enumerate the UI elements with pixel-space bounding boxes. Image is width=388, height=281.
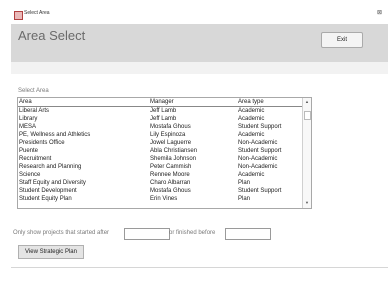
footer-divider (11, 267, 388, 268)
area-type-cell: Academic (238, 132, 265, 138)
list-item[interactable]: Student Equity Plan Erin Vines Plan (18, 195, 302, 203)
list-item[interactable]: MESA Mostafa Ghous Student Support (18, 123, 302, 131)
header-stripe (11, 62, 388, 74)
area-cell: Recruitment (19, 156, 52, 162)
list-item[interactable]: Liberal Arts Jeff Lamb Academic (18, 107, 302, 115)
area-cell: Liberal Arts (19, 108, 50, 114)
manager-cell: Erin Vines (150, 196, 178, 202)
area-cell: Research and Planning (19, 164, 82, 170)
area-cell: PE, Wellness and Athletics (19, 132, 91, 138)
app-icon (14, 11, 23, 20)
area-type-cell: Non-Academic (238, 164, 278, 170)
exit-button[interactable]: Exit (321, 32, 363, 48)
manager-cell: Jeff Lamb (150, 116, 177, 122)
area-type-cell: Academic (238, 108, 265, 114)
area-type-cell: Non-Academic (238, 140, 278, 146)
close-icon[interactable]: ⊠ (377, 9, 382, 16)
area-cell: Staff Equity and Diversity (19, 180, 86, 186)
area-type-cell: Student Support (238, 148, 282, 154)
view-strategic-plan-button[interactable]: View Strategic Plan (18, 245, 84, 259)
area-cell: Presidents Office (19, 140, 65, 146)
finished-before-label: or finished before (169, 230, 216, 236)
area-cell: Student Development (19, 188, 77, 194)
manager-cell: Lily Espinoza (150, 132, 186, 138)
manager-cell: Jeff Lamb (150, 108, 177, 114)
scroll-down-icon[interactable]: ▼ (304, 200, 310, 206)
area-type-cell: Plan (238, 180, 251, 186)
manager-cell: Rennee Moore (150, 172, 190, 178)
list-item[interactable]: Staff Equity and Diversity Charo Albarran… (18, 179, 302, 187)
list-item[interactable]: Library Jeff Lamb Academic (18, 115, 302, 123)
area-type-cell: Student Support (238, 124, 282, 130)
list-item[interactable]: Puente Abla Christiansen Student Support (18, 147, 302, 155)
area-type-cell: Non-Academic (238, 156, 278, 162)
manager-cell: Jowel Laguerre (150, 140, 192, 146)
list-item[interactable]: Presidents Office Jowel Laguerre Non-Acade… (18, 139, 302, 147)
section-label: Select Area (18, 88, 49, 94)
list-item[interactable]: PE, Wellness and Athletics Lily Espinoza A… (18, 131, 302, 139)
list-scrollbar[interactable]: ▲ ▼ (302, 98, 311, 208)
start-date-input[interactable] (124, 228, 170, 240)
area-type-cell: Academic (238, 172, 265, 178)
manager-cell: Mostafa Ghous (150, 188, 191, 194)
area-cell: MESA (19, 124, 37, 130)
area-list[interactable]: Area Manager Area type Liberal Arts Jeff … (17, 97, 312, 209)
header-bar: Area Select Exit (11, 24, 388, 62)
area-type-cell: Academic (238, 116, 265, 122)
title-bar: Select Area ⊠ (0, 0, 388, 26)
window-title: Select Area (24, 10, 50, 16)
started-after-label: Only show projects that started after (13, 230, 110, 236)
area-cell: Student Equity Plan (19, 196, 72, 202)
area-type-cell: Student Support (238, 188, 282, 194)
list-item[interactable]: Student Development Mostafa Ghous Student … (18, 187, 302, 195)
column-header-manager: Manager (150, 99, 174, 105)
scroll-thumb[interactable] (304, 111, 311, 120)
list-item[interactable]: Recruitment Shemila Johnson Non-Academic (18, 155, 302, 163)
area-cell: Science (19, 172, 41, 178)
list-item[interactable]: Science Rennee Moore Academic (18, 171, 302, 179)
manager-cell: Mostafa Ghous (150, 124, 191, 130)
area-type-cell: Plan (238, 196, 251, 202)
manager-cell: Shemila Johnson (150, 156, 197, 162)
list-header: Area Manager Area type (18, 98, 302, 107)
manager-cell: Charo Albarran (150, 180, 191, 186)
manager-cell: Peter Cammish (150, 164, 192, 170)
manager-cell: Abla Christiansen (150, 148, 198, 154)
list-item[interactable]: Research and Planning Peter Cammish Non-Ac… (18, 163, 302, 171)
column-header-area-type: Area type (238, 99, 264, 105)
end-date-input[interactable] (225, 228, 271, 240)
page-title: Area Select (18, 28, 86, 43)
area-cell: Library (19, 116, 38, 122)
column-header-area: Area (19, 99, 32, 105)
area-cell: Puente (19, 148, 39, 154)
scroll-up-icon[interactable]: ▲ (304, 99, 310, 105)
